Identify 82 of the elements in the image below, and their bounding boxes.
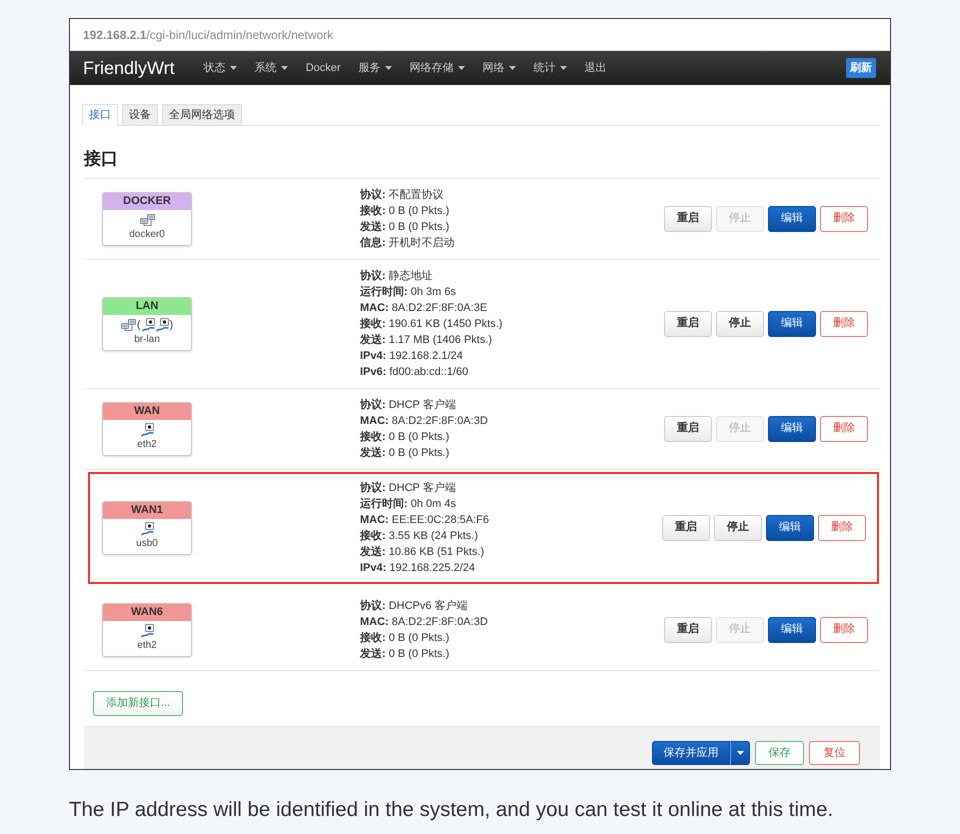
info-line: IPv4: 192.168.2.1/24: [360, 348, 464, 364]
tab[interactable]: 接口: [82, 104, 118, 126]
caret-icon: [736, 751, 744, 755]
tab[interactable]: 全局网络选项: [162, 104, 242, 125]
action-button[interactable]: 重启: [664, 616, 712, 642]
info-line: IPv6: fd00:ab:cd::1/60: [360, 364, 470, 380]
refresh-button[interactable]: 刷新: [846, 58, 876, 78]
device-name: eth2: [136, 438, 158, 450]
action-button[interactable]: 删除: [820, 616, 868, 642]
info-line: 接收: 0 B (0 Pkts.): [360, 430, 450, 444]
info-line: MAC: 8A:D2:2F:8F:0A:3D: [360, 414, 489, 428]
info-line: IPv4: 192.168.225.2/24: [360, 560, 476, 576]
nav-menu-item[interactable]: 系统: [246, 60, 297, 76]
section-title: 接口: [84, 148, 119, 170]
network-port-icon: [140, 423, 154, 437]
caption-text: The IP address will be identified in the system, and you can test it online at this time.: [69, 797, 834, 823]
dropdown-toggle-button[interactable]: [730, 741, 750, 765]
tab[interactable]: 设备: [122, 104, 158, 125]
nav-menu-item[interactable]: Docker: [296, 60, 350, 76]
network-port-icon: [156, 318, 168, 332]
info-line: MAC: 8A:D2:2F:8F:0A:3D: [360, 614, 489, 630]
nav-menu-item[interactable]: 退出: [576, 60, 616, 76]
action-button[interactable]: 编辑: [766, 514, 814, 540]
info-line: 协议: 静态地址: [360, 268, 434, 284]
action-button[interactable]: 编辑: [768, 206, 816, 232]
info-line: 接收: 0 B (0 Pkts.): [360, 204, 450, 218]
add-interface-button[interactable]: 添加新接口...: [93, 690, 184, 716]
nav-menu-item[interactable]: 服务: [350, 60, 401, 76]
nav-menu-item[interactable]: 网络: [474, 60, 525, 76]
info-line: 发送: 1.17 MB (1406 Pkts.): [360, 332, 494, 348]
action-button[interactable]: 编辑: [768, 310, 816, 336]
info-line: MAC: EE:EE:0C:28:5A:F6: [360, 512, 490, 528]
interface-name: DOCKER: [103, 192, 191, 210]
nav-menu-item[interactable]: 状态: [194, 60, 246, 76]
action-button[interactable]: 删除: [820, 416, 868, 442]
interface-name: WAN: [103, 402, 191, 420]
action-button[interactable]: 删除: [820, 310, 868, 336]
interface-name: WAN1: [103, 502, 191, 518]
info-line: 运行时间: 0h 3m 6s: [360, 284, 457, 300]
nav-menu-item[interactable]: 统计: [524, 60, 576, 76]
network-port-icon: [140, 624, 154, 638]
footer-action-button[interactable]: 复位: [809, 741, 860, 765]
device-name: eth2: [136, 638, 158, 652]
action-button[interactable]: 删除: [818, 514, 866, 540]
network-bridge-icon: [120, 319, 136, 331]
footer-action-button[interactable]: 保存并应用: [652, 741, 730, 765]
nav-menu-item[interactable]: 网络存储: [400, 60, 474, 76]
info-line: 信息: 开机时不启动: [360, 236, 456, 250]
info-line: 接收: 190.61 KB (1450 Pkts.): [360, 316, 504, 332]
network-port-icon: [140, 522, 154, 536]
info-line: 协议: DHCPv6 客户端: [360, 598, 469, 614]
action-button[interactable]: 停止: [716, 310, 764, 336]
action-button[interactable]: 重启: [664, 206, 712, 232]
footer-action-button[interactable]: 保存: [755, 741, 804, 765]
info-line: 协议: DHCP 客户端: [360, 480, 457, 496]
info-line: 发送: 10.86 KB (51 Pkts.): [360, 544, 486, 560]
brand-link[interactable]: FriendlyWrt: [83, 54, 175, 82]
bracket-text: (: [136, 318, 140, 332]
action-button[interactable]: 重启: [662, 514, 710, 540]
action-button[interactable]: 停止: [714, 514, 762, 540]
action-button[interactable]: 编辑: [768, 416, 816, 442]
info-line: 发送: 0 B (0 Pkts.): [360, 646, 450, 662]
info-line: 协议: 不配置协议: [360, 188, 445, 202]
network-port-icon: [142, 318, 154, 332]
action-button[interactable]: 删除: [820, 206, 868, 232]
network-bridge-icon: [140, 214, 154, 226]
action-button[interactable]: 编辑: [768, 616, 816, 642]
info-line: 接收: 0 B (0 Pkts.): [360, 630, 450, 646]
info-line: 发送: 0 B (0 Pkts.): [360, 220, 450, 234]
bracket-text: ): [170, 318, 174, 332]
device-name: br-lan: [133, 332, 161, 346]
info-line: 协议: DHCP 客户端: [360, 398, 457, 412]
action-button[interactable]: 重启: [664, 310, 712, 336]
device-name: docker0: [128, 228, 166, 240]
info-line: 发送: 0 B (0 Pkts.): [360, 446, 450, 460]
action-button[interactable]: 重启: [664, 416, 712, 442]
info-line: MAC: 8A:D2:2F:8F:0A:3E: [360, 300, 488, 316]
interface-name: WAN6: [103, 604, 191, 620]
interface-name: LAN: [103, 298, 191, 314]
info-line: 接收: 3.55 KB (24 Pkts.): [360, 528, 479, 544]
device-name: usb0: [135, 536, 159, 550]
info-line: 运行时间: 0h 0m 4s: [360, 496, 457, 512]
